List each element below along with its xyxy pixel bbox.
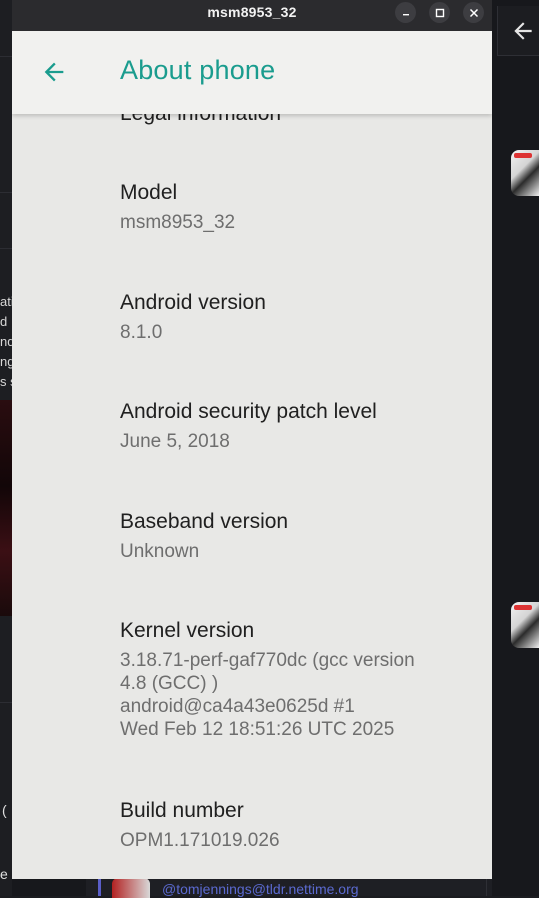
device-mirror-window: msm8953_32 About phone Model msm8953_32 … (12, 0, 492, 879)
page-title: About phone (120, 55, 276, 85)
setting-value: msm8953_32 (120, 212, 236, 233)
window-title: msm8953_32 (207, 4, 297, 20)
app-bar: About phone (12, 31, 492, 114)
back-arrow-icon (44, 62, 64, 82)
background-right-panel (492, 0, 539, 896)
setting-value: Unknown (120, 541, 200, 562)
setting-title: Model (120, 181, 178, 204)
avatar[interactable] (112, 878, 150, 898)
setting-value: June 5, 2018 (120, 431, 230, 452)
setting-build-number[interactable]: Build number OPM1.171019.026 (120, 798, 470, 852)
setting-security-patch-level[interactable]: Android security patch level June 5, 201… (120, 399, 470, 453)
window-titlebar[interactable]: msm8953_32 (12, 0, 492, 31)
background-post-image (0, 400, 12, 616)
back-button[interactable] (34, 52, 74, 92)
setting-title: Android version (120, 291, 266, 314)
setting-value: 8.1.0 (120, 322, 163, 343)
setting-title: Build number (120, 799, 244, 822)
phone-screen: About phone Legal information Model msm8… (12, 31, 492, 879)
maximize-button[interactable] (429, 2, 450, 23)
close-button[interactable] (463, 2, 484, 23)
setting-baseband-version[interactable]: Baseband version Unknown (120, 509, 470, 563)
setting-title: Kernel version (120, 619, 255, 642)
background-user-handle[interactable]: @tomjennings@tldr.nettime.org (162, 881, 359, 897)
background-divider (0, 56, 12, 57)
background-divider (0, 702, 12, 703)
settings-list[interactable]: Legal information Model msm8953_32 Andro… (12, 31, 492, 879)
background-post-text: ati d nd ng s s (0, 294, 12, 389)
setting-kernel-version[interactable]: Kernel version 3.18.71-perf-gaf770dc (gc… (120, 618, 470, 741)
setting-value: OPM1.171019.026 (120, 830, 280, 851)
minimize-icon (402, 13, 409, 15)
setting-title: Baseband version (120, 510, 289, 533)
background-divider (0, 192, 12, 193)
background-text-fragment: e (0, 866, 8, 882)
minimize-button[interactable] (395, 2, 416, 23)
background-text-fragment: ( (2, 802, 7, 818)
avatar[interactable] (511, 602, 539, 648)
setting-value: 3.18.71-perf-gaf770dc (gcc version 4.8 (… (120, 650, 415, 740)
avatar[interactable] (511, 150, 539, 196)
back-arrow-icon[interactable] (510, 18, 536, 44)
background-thread-line (98, 878, 101, 896)
setting-title: Android security patch level (120, 400, 377, 423)
background-divider (0, 248, 12, 249)
close-icon (469, 8, 478, 17)
setting-android-version[interactable]: Android version 8.1.0 (120, 290, 470, 344)
setting-model[interactable]: Model msm8953_32 (120, 180, 470, 234)
maximize-icon (435, 8, 444, 17)
